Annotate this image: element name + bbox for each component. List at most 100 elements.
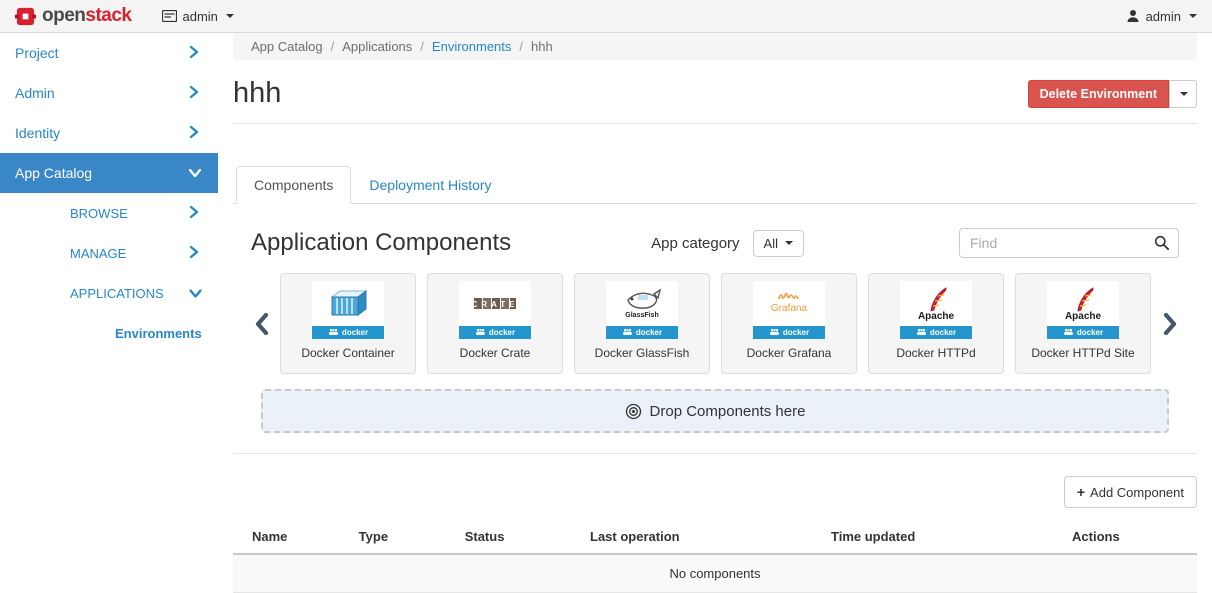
add-component-label: Add Component bbox=[1090, 485, 1184, 500]
breadcrumb-applications: Applications bbox=[342, 39, 432, 54]
chevron-down-icon bbox=[187, 289, 202, 297]
docker-label: docker bbox=[342, 328, 368, 337]
sidebar-item-project[interactable]: Project bbox=[0, 33, 218, 73]
section-title: Application Components bbox=[251, 229, 511, 257]
tab-deployment-history[interactable]: Deployment History bbox=[351, 166, 509, 204]
sidebar-item-label: APPLICATIONS bbox=[70, 286, 164, 301]
sidebar-item-admin[interactable]: Admin bbox=[0, 73, 218, 113]
sidebar-item-manage[interactable]: MANAGE bbox=[0, 233, 218, 273]
docker-banner: docker bbox=[1047, 326, 1119, 339]
user-name: admin bbox=[1146, 9, 1181, 24]
breadcrumb-environments-link[interactable]: Environments bbox=[432, 39, 531, 54]
chevron-right-icon bbox=[190, 125, 198, 141]
carousel-next-button[interactable] bbox=[1160, 313, 1180, 335]
sidebar-item-label: MANAGE bbox=[70, 246, 126, 261]
column-header-type: Type bbox=[349, 520, 455, 554]
chevron-down-icon bbox=[1189, 14, 1197, 18]
column-header-last-operation: Last operation bbox=[580, 520, 821, 554]
sidebar-item-label: Environments bbox=[115, 326, 202, 341]
component-card-label: Docker Grafana bbox=[747, 346, 832, 360]
chevron-right-icon bbox=[190, 85, 198, 101]
docker-whale-icon bbox=[1063, 328, 1074, 337]
search-icon[interactable] bbox=[1154, 235, 1170, 254]
column-header-status: Status bbox=[455, 520, 580, 554]
docker-whale-icon bbox=[769, 328, 780, 337]
user-menu[interactable]: admin bbox=[1126, 9, 1197, 24]
docker-crate-logo: CRATE docker bbox=[459, 281, 531, 339]
docker-whale-icon bbox=[622, 328, 633, 337]
docker-whale-icon bbox=[328, 328, 339, 337]
sidebar-item-label: BROWSE bbox=[70, 206, 128, 221]
openstack-logo[interactable]: openstack bbox=[15, 5, 132, 27]
breadcrumb-app-catalog: App Catalog bbox=[251, 39, 342, 54]
delete-environment-dropdown-toggle[interactable] bbox=[1169, 80, 1197, 108]
page-title: hhh bbox=[233, 77, 281, 110]
sidebar-item-label: Project bbox=[15, 45, 59, 61]
breadcrumb-current: hhh bbox=[531, 39, 553, 54]
app-category-dropdown[interactable]: All bbox=[753, 230, 804, 257]
openstack-cube-icon bbox=[15, 6, 36, 27]
docker-label: docker bbox=[1077, 328, 1103, 337]
sidebar-item-label: Identity bbox=[15, 125, 60, 141]
docker-httpd-site-apache-logo: Apache docker bbox=[1047, 281, 1119, 339]
component-card-docker-container[interactable]: docker Docker Container bbox=[280, 273, 416, 374]
sidebar-item-applications[interactable]: APPLICATIONS bbox=[0, 273, 218, 313]
chevron-down-icon bbox=[226, 14, 234, 18]
top-navbar: openstack admin admin bbox=[0, 0, 1212, 33]
component-card-label: Docker HTTPd bbox=[896, 346, 975, 360]
table-empty-row: No components bbox=[233, 554, 1197, 593]
main-content: App Catalog Applications Environments hh… bbox=[218, 33, 1212, 592]
sidebar-item-environments[interactable]: Environments bbox=[0, 313, 218, 353]
components-table: Name Type Status Last operation Time upd… bbox=[233, 520, 1197, 593]
component-card-label: Docker HTTPd Site bbox=[1031, 346, 1134, 360]
column-header-actions: Actions bbox=[1062, 520, 1197, 554]
sidebar-item-browse[interactable]: BROWSE bbox=[0, 193, 218, 233]
docker-banner: docker bbox=[753, 326, 825, 339]
docker-grafana-logo: Grafana docker bbox=[753, 281, 825, 339]
carousel-prev-button[interactable] bbox=[251, 313, 271, 335]
add-component-button[interactable]: Add Component bbox=[1064, 476, 1197, 508]
docker-container-logo: docker bbox=[312, 281, 384, 339]
sidebar-item-identity[interactable]: Identity bbox=[0, 113, 218, 153]
column-header-name: Name bbox=[233, 520, 349, 554]
docker-label: docker bbox=[489, 328, 515, 337]
context-project-name: admin bbox=[183, 9, 218, 24]
component-card-label: Docker Container bbox=[301, 346, 394, 360]
docker-whale-icon bbox=[916, 328, 927, 337]
docker-banner: docker bbox=[312, 326, 384, 339]
chevron-right-icon bbox=[190, 246, 198, 261]
plus-icon bbox=[1077, 484, 1085, 500]
project-context-switcher[interactable]: admin bbox=[162, 9, 234, 24]
docker-banner: docker bbox=[606, 326, 678, 339]
component-card-docker-httpd-site[interactable]: Apache docker Docker HTTPd Site bbox=[1015, 273, 1151, 374]
sidebar-item-app-catalog[interactable]: App Catalog bbox=[0, 153, 218, 193]
component-card-label: Docker Crate bbox=[460, 346, 531, 360]
delete-environment-split-button: Delete Environment bbox=[1028, 80, 1197, 108]
docker-label: docker bbox=[636, 328, 662, 337]
delete-environment-button[interactable]: Delete Environment bbox=[1028, 80, 1169, 108]
section-divider bbox=[233, 453, 1197, 454]
title-divider bbox=[233, 123, 1197, 124]
chevron-down-icon bbox=[1180, 92, 1188, 96]
drop-components-zone[interactable]: Drop Components here bbox=[261, 389, 1169, 433]
components-carousel: docker Docker Container bbox=[251, 273, 1179, 374]
sidebar-nav: Project Admin Identity App Catalog BROWS… bbox=[0, 33, 218, 592]
chevron-right-icon bbox=[190, 206, 198, 221]
tab-bar: Components Deployment History bbox=[233, 166, 1197, 204]
docker-httpd-apache-logo: Apache docker bbox=[900, 281, 972, 339]
docker-label: docker bbox=[930, 328, 956, 337]
find-input[interactable] bbox=[959, 228, 1179, 258]
find-search-box bbox=[959, 228, 1179, 258]
docker-glassfish-logo: GlassFish docker bbox=[606, 281, 678, 339]
app-category-label: App category bbox=[651, 235, 739, 252]
empty-table-message: No components bbox=[233, 554, 1197, 593]
component-card-docker-httpd[interactable]: Apache docker Docker HTTPd bbox=[868, 273, 1004, 374]
tab-components[interactable]: Components bbox=[236, 166, 351, 204]
svg-text:Apache: Apache bbox=[918, 311, 955, 322]
component-card-docker-crate[interactable]: CRATE docker Docker Crate bbox=[427, 273, 563, 374]
component-card-docker-glassfish[interactable]: GlassFish docker Docker GlassFish bbox=[574, 273, 710, 374]
docker-banner: docker bbox=[459, 326, 531, 339]
dropzone-text: Drop Components here bbox=[650, 403, 806, 420]
component-card-docker-grafana[interactable]: Grafana docker Docker Grafana bbox=[721, 273, 857, 374]
sidebar-item-label: App Catalog bbox=[15, 165, 92, 181]
